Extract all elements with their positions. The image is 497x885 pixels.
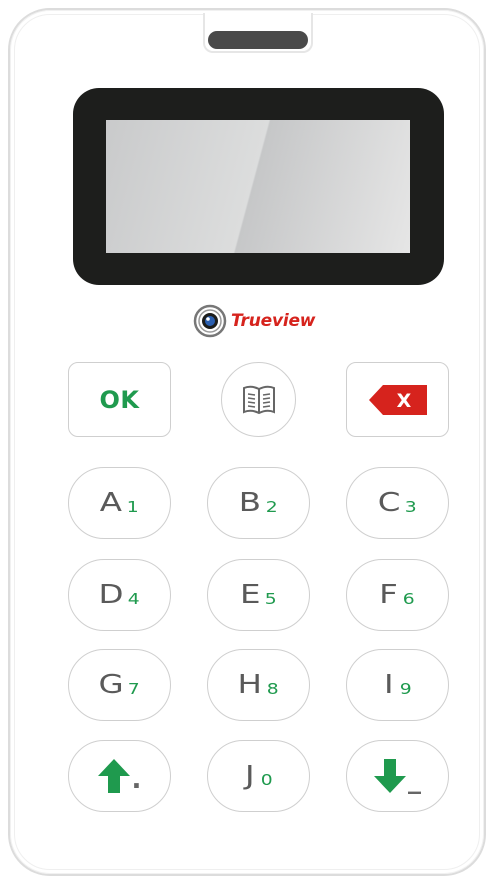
key-j[interactable]: J 0 (207, 740, 310, 812)
lanyard-slot (208, 31, 308, 49)
key-letter: I (383, 670, 394, 700)
camera-lens-icon (193, 304, 227, 338)
key-letter: H (237, 670, 262, 700)
key-a[interactable]: A 1 (68, 467, 171, 539)
delete-label: X (396, 390, 411, 412)
key-digit: 9 (399, 679, 412, 698)
key-digit: 1 (126, 497, 139, 516)
key-digit: 2 (265, 497, 278, 516)
menu-button[interactable] (221, 362, 296, 437)
key-digit: 8 (266, 679, 279, 698)
key-letter: B (238, 488, 261, 518)
key-g[interactable]: G 7 (68, 649, 171, 721)
key-letter: F (379, 580, 399, 610)
brand-name: Trueview (231, 311, 316, 331)
delete-button[interactable]: X (346, 362, 449, 437)
key-letter: D (98, 580, 124, 610)
ok-label: OK (99, 385, 140, 414)
key-f[interactable]: F 6 (346, 559, 449, 631)
key-digit: 0 (260, 770, 273, 789)
key-b[interactable]: B 2 (207, 467, 310, 539)
key-c[interactable]: C 3 (346, 467, 449, 539)
key-letter: E (239, 580, 260, 610)
key-e[interactable]: E 5 (207, 559, 310, 631)
key-h[interactable]: H 8 (207, 649, 310, 721)
key-digit: 5 (264, 589, 277, 608)
brand-logo: Trueview (193, 303, 333, 339)
display-screen (106, 120, 410, 253)
key-i[interactable]: I 9 (346, 649, 449, 721)
backspace-icon: X (368, 384, 427, 415)
down-button[interactable]: _ (346, 740, 449, 812)
key-digit: 6 (403, 589, 415, 608)
up-button[interactable]: . (68, 740, 171, 812)
ok-button[interactable]: OK (68, 362, 171, 437)
key-digit: 4 (127, 589, 140, 608)
down-arrow-icon (374, 759, 406, 793)
up-arrow-icon (97, 759, 130, 793)
key-d[interactable]: D 4 (68, 559, 171, 631)
key-digit: 3 (404, 497, 417, 516)
dot-symbol: . (131, 765, 142, 795)
key-letter: G (98, 670, 124, 700)
key-letter: J (244, 761, 255, 791)
book-icon (242, 385, 275, 414)
key-letter: C (377, 488, 401, 518)
key-digit: 7 (127, 679, 140, 698)
underscore-symbol: _ (408, 765, 421, 795)
key-letter: A (99, 488, 122, 518)
